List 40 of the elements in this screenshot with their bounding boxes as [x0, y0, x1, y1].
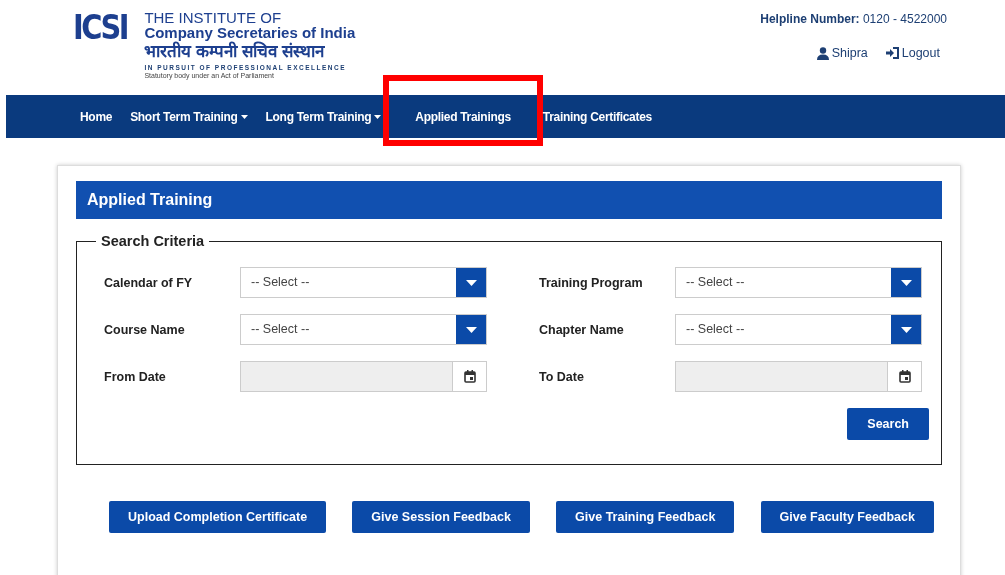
field-label: To Date	[539, 369, 585, 384]
action-button[interactable]: Give Faculty Feedback	[760, 501, 934, 533]
nav-item[interactable]: Applied Trainings	[406, 109, 520, 124]
helpline-label: Helpline Number:	[760, 12, 860, 26]
logo-mark: ICSI	[73, 10, 127, 44]
nav-item[interactable]: Training Certificates	[533, 109, 661, 124]
action-button[interactable]: Give Training Feedback	[556, 501, 735, 533]
dropdown-icon	[900, 279, 912, 286]
dropdown-icon	[465, 326, 477, 333]
nav-item[interactable]: Long Term Training	[256, 109, 391, 124]
user-link[interactable]: Shipra	[816, 46, 868, 60]
action-button[interactable]: Upload Completion Certificate	[109, 501, 327, 533]
field-label: From Date	[104, 369, 167, 384]
select-field[interactable]: -- Select --	[675, 314, 922, 345]
nav-item[interactable]: Home	[80, 109, 122, 124]
user-icon	[816, 46, 829, 60]
logout-icon	[885, 47, 899, 59]
field-label: Course Name	[104, 322, 186, 337]
helpline-number: 0120 - 4522000	[862, 12, 947, 26]
search-button[interactable]: Search	[847, 408, 929, 440]
nav-item[interactable]: Short Term Training	[121, 109, 257, 124]
calendar-icon	[898, 370, 911, 383]
select-field[interactable]: -- Select --	[240, 314, 487, 345]
hindi-name: भारतीय कम्पनी सचिव संस्थान	[144, 41, 326, 63]
select-field[interactable]: -- Select --	[675, 267, 922, 298]
select-field[interactable]: -- Select --	[240, 267, 487, 298]
field-label: Chapter Name	[539, 322, 625, 337]
field-label: Calendar of FY	[104, 275, 194, 290]
panel-title: Applied Training	[76, 181, 942, 219]
dropdown-icon	[900, 326, 912, 333]
institute-title: THE INSTITUTE OF	[144, 10, 283, 25]
dropdown-icon	[465, 279, 477, 286]
group-legend: Search Criteria	[96, 233, 210, 249]
date-field[interactable]	[240, 361, 487, 392]
field-label: Training Program	[539, 275, 644, 290]
logout-link[interactable]: Logout	[885, 46, 940, 60]
action-button[interactable]: Give Session Feedback	[352, 501, 530, 533]
institute-name: Company Secretaries of India	[144, 25, 356, 41]
calendar-icon	[463, 370, 476, 383]
date-field[interactable]	[675, 361, 922, 392]
